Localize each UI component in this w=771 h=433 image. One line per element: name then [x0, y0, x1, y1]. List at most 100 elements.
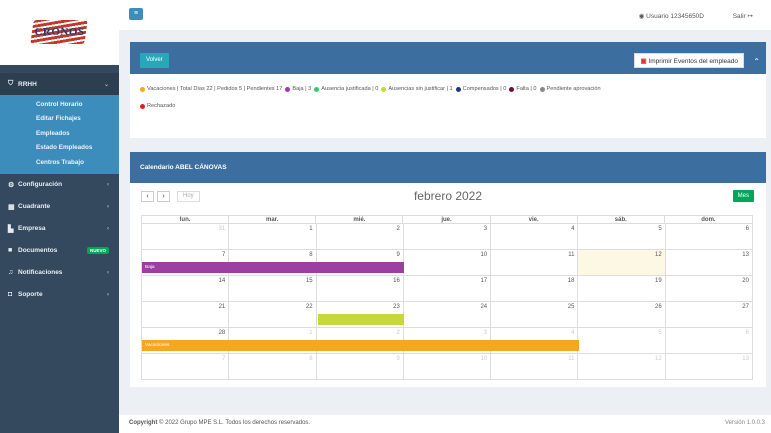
sidebar-subitem-centros-trabajo[interactable]: Centros Trabajo — [0, 155, 119, 170]
legend-text: Baja | 3 — [292, 86, 312, 92]
logout-link[interactable]: Salir ↦ — [733, 12, 753, 20]
month-view-button[interactable]: Mes — [732, 190, 754, 202]
calendar-day[interactable]: 24 — [404, 302, 492, 327]
calendar-day[interactable]: 11 — [491, 250, 579, 275]
legend-text: Falta | 0 — [516, 86, 537, 92]
menu-toggle-button[interactable]: ≡ — [129, 8, 143, 20]
sidebar-item-label: Configuración — [18, 181, 63, 188]
sidebar-menu: ⛉ RRHH ⌄ Control Horario Editar Fichajes… — [0, 73, 119, 306]
calendar-day[interactable]: 25 — [491, 302, 579, 327]
calendar-day[interactable]: 3 — [404, 224, 492, 249]
calendar-day[interactable]: 21 — [142, 302, 230, 327]
building-icon: ▙ — [8, 225, 14, 233]
logo-text: CRONOS — [34, 25, 85, 38]
dow-label: sáb. — [578, 216, 665, 224]
dow-label: mar. — [229, 216, 317, 224]
bell-icon: ♫ — [8, 269, 14, 276]
legend-item: Baja | 3 — [285, 85, 311, 94]
calendar-day[interactable]: 27 — [666, 302, 753, 327]
legend-dot — [509, 87, 515, 92]
legend-item: Vacaciones | Total Días 22 | Pedidos 5 |… — [140, 85, 282, 94]
sidebar-item-documentos[interactable]: ■ Documentos NUEVO — [0, 240, 119, 262]
legend-item: Rechazado — [140, 102, 175, 111]
sidebar-item-empresa[interactable]: ▙ Empresa ‹ — [0, 218, 119, 240]
calendar-day[interactable]: 16 — [317, 276, 404, 301]
calendar-day[interactable]: 14 — [142, 276, 230, 301]
legend-text: Rechazado — [147, 103, 176, 109]
legend-text: Vacaciones | Total Días 22 | Pedidos 5 |… — [147, 86, 283, 92]
document-icon: ■ — [8, 247, 13, 254]
calendar-day[interactable]: 5 — [578, 328, 666, 353]
volver-button[interactable]: Volver — [140, 53, 169, 68]
chevron-left-icon: ‹ — [107, 225, 109, 232]
rrhh-submenu: Control Horario Editar Fichajes Empleado… — [0, 95, 119, 174]
sidebar-item-label: Empresa — [18, 225, 46, 232]
legend-text: Pendiente aprovación — [546, 86, 601, 92]
sidebar-item-notificaciones[interactable]: ♫ Notificaciones ‹ — [0, 262, 119, 284]
footer: Copyright © 2022 Grupo MPE S.L. Todos lo… — [119, 415, 771, 433]
dow-label: jue. — [403, 216, 491, 224]
legend-item: Falta | 0 — [509, 85, 537, 94]
sidebar-subitem-estado-empleados[interactable]: Estado Empleados — [0, 141, 119, 156]
calendar-day[interactable]: 31 — [142, 224, 230, 249]
calendar-day[interactable]: 10 — [404, 354, 492, 379]
dow-label: vie. — [491, 216, 578, 224]
sidebar-item-configuracion[interactable]: ⚙ Configuración ‹ — [0, 174, 119, 196]
event-ausencia-sin-justificar[interactable] — [318, 314, 404, 325]
calendar-day[interactable]: 26 — [578, 302, 666, 327]
calendar-day[interactable]: 5 — [578, 224, 666, 249]
sidebar-item-rrhh[interactable]: ⛉ RRHH ⌄ — [0, 73, 119, 95]
calendar-day[interactable]: 4 — [491, 224, 579, 249]
user-menu[interactable]: ◉ Usuario 12345650D — [639, 12, 704, 20]
calendar-day[interactable]: 11 — [491, 354, 579, 379]
calendar-day[interactable]: 13 — [666, 354, 753, 379]
legend-dot — [285, 87, 291, 92]
print-label: Imprimir Eventos del empleado — [648, 58, 738, 65]
copyright-text: © 2022 Grupo MPE S.L. Todos los derechos… — [159, 420, 311, 426]
sidebar-item-soporte[interactable]: ◘ Soporte ‹ — [0, 284, 119, 306]
chevron-left-icon: ‹ — [107, 291, 109, 298]
calendar-day[interactable]: 17 — [404, 276, 492, 301]
calendar-grid: lun. mar. mié. jue. vie. sáb. dom. 31 1 … — [141, 215, 753, 380]
chevron-left-icon: ‹ — [107, 203, 109, 210]
legend-dot — [455, 87, 461, 92]
calendar-day[interactable]: 2 — [317, 224, 404, 249]
legend-text: Compensados | 0 — [462, 86, 507, 92]
sidebar-subitem-empleados[interactable]: Empleados — [0, 126, 119, 141]
calendar-day[interactable]: 6 — [666, 328, 753, 353]
calendar-week: 21 22 23 24 25 26 27 — [141, 302, 753, 328]
calendar-day[interactable]: 8 — [229, 354, 317, 379]
calendar-week: 31 1 2 3 4 5 6 — [141, 224, 753, 250]
calendar-day[interactable]: 7 — [142, 354, 230, 379]
calendar-day[interactable]: 19 — [578, 276, 666, 301]
calendar-day[interactable]: 10 — [404, 250, 492, 275]
calendar-day[interactable]: 9 — [317, 354, 404, 379]
sidebar-item-cuadrante[interactable]: ▦ Cuadrante ‹ — [0, 196, 119, 218]
calendar-day-today[interactable]: 12 — [578, 250, 666, 275]
calendar-day[interactable]: 22 — [229, 302, 317, 327]
cronos-logo[interactable]: CRONOS — [29, 18, 90, 48]
print-events-button[interactable]: ▣ Imprimir Eventos del empleado — [634, 53, 744, 68]
calendar-day[interactable]: 18 — [491, 276, 579, 301]
event-legend: Vacaciones | Total Días 22 | Pedidos 5 |… — [130, 74, 766, 111]
calendar-day[interactable]: 12 — [578, 354, 666, 379]
topbar: ≡ ◉ Usuario 12345650D Salir ↦ — [119, 0, 771, 30]
calendar-week: 7 8 9 10 11 12 13 — [141, 354, 753, 380]
chevron-up-icon[interactable]: ⌃ — [753, 57, 760, 66]
event-vacaciones[interactable]: Vacaciones — [142, 340, 579, 351]
events-panel: Volver ▣ Imprimir Eventos del empleado ⌃… — [130, 42, 766, 138]
sidebar-subitem-editar-fichajes[interactable]: Editar Fichajes — [0, 112, 119, 127]
calendar-day[interactable]: 1 — [229, 224, 317, 249]
sidebar-subitem-control-horario[interactable]: Control Horario — [0, 97, 119, 112]
calendar-week: 28 1 2 3 4 5 6 Vacaciones — [141, 328, 753, 354]
calendar-day[interactable]: 13 — [666, 250, 753, 275]
calendar-day[interactable]: 6 — [666, 224, 753, 249]
calendar-day[interactable]: 20 — [666, 276, 753, 301]
username: Usuario 12345650D — [646, 13, 704, 20]
legend-item: Ausencias sin justificar | 1 — [381, 85, 453, 94]
logo-area: CRONOS — [0, 0, 119, 65]
legend-dot — [140, 104, 145, 109]
calendar-toolbar: ‹ › Hoy febrero 2022 Mes — [130, 183, 766, 213]
event-baja[interactable]: Baja — [142, 262, 404, 273]
calendar-day[interactable]: 15 — [229, 276, 317, 301]
